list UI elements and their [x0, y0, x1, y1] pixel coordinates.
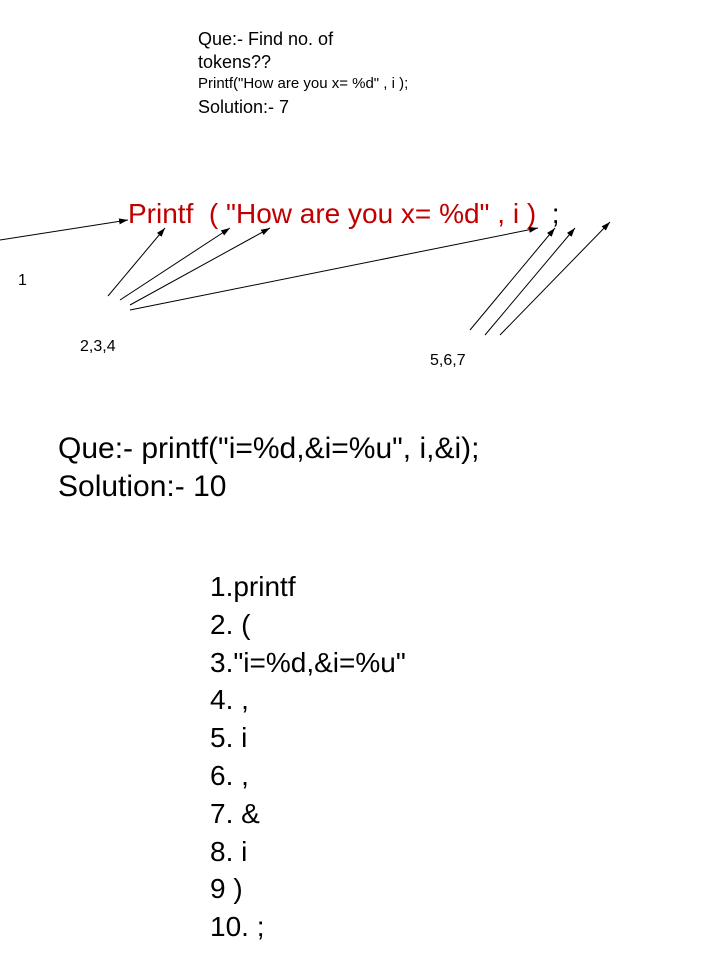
token-close-paren: ): [527, 198, 536, 229]
arrow-label-1: 1: [18, 272, 27, 290]
q1-line1: Que:- Find no. of: [198, 28, 408, 51]
printf-token-line: Printf ( "How are you x= %d" , i ) ;: [128, 198, 560, 230]
token-open-paren: (: [209, 198, 218, 229]
token-list-10: 10. ;: [210, 908, 406, 946]
token-list-5: 5. i: [210, 719, 406, 757]
token-list-8: 8. i: [210, 833, 406, 871]
token-list-4: 4. ,: [210, 681, 406, 719]
q2-question: Que:- printf("i=%d,&i=%u", i,&i);: [58, 430, 479, 468]
token-string: "How are you x= %d": [226, 198, 489, 229]
token-list-7: 7. &: [210, 795, 406, 833]
q1-solution: Solution:- 7: [198, 96, 408, 119]
question-1-block: Que:- Find no. of tokens?? Printf("How a…: [198, 28, 408, 118]
token-comma: ,: [497, 198, 505, 229]
token-list-1: 1.printf: [210, 568, 406, 606]
arrow-label-567: 5,6,7: [430, 352, 466, 370]
token-list: 1.printf 2. ( 3."i=%d,&i=%u" 4. , 5. i 6…: [210, 568, 406, 946]
arrow-label-234: 2,3,4: [80, 338, 116, 356]
token-list-3: 3."i=%d,&i=%u": [210, 644, 406, 682]
token-semicolon: ;: [552, 198, 560, 229]
token-list-2: 2. (: [210, 606, 406, 644]
token-list-9: 9 ): [210, 870, 406, 908]
q1-line2: tokens??: [198, 51, 408, 74]
q1-code: Printf("How are you x= %d" , i );: [198, 75, 408, 94]
token-list-6: 6. ,: [210, 757, 406, 795]
token-i: i: [513, 198, 519, 229]
question-2-block: Que:- printf("i=%d,&i=%u", i,&i); Soluti…: [58, 430, 479, 505]
q2-solution: Solution:- 10: [58, 468, 479, 506]
token-printf: Printf: [128, 198, 193, 229]
